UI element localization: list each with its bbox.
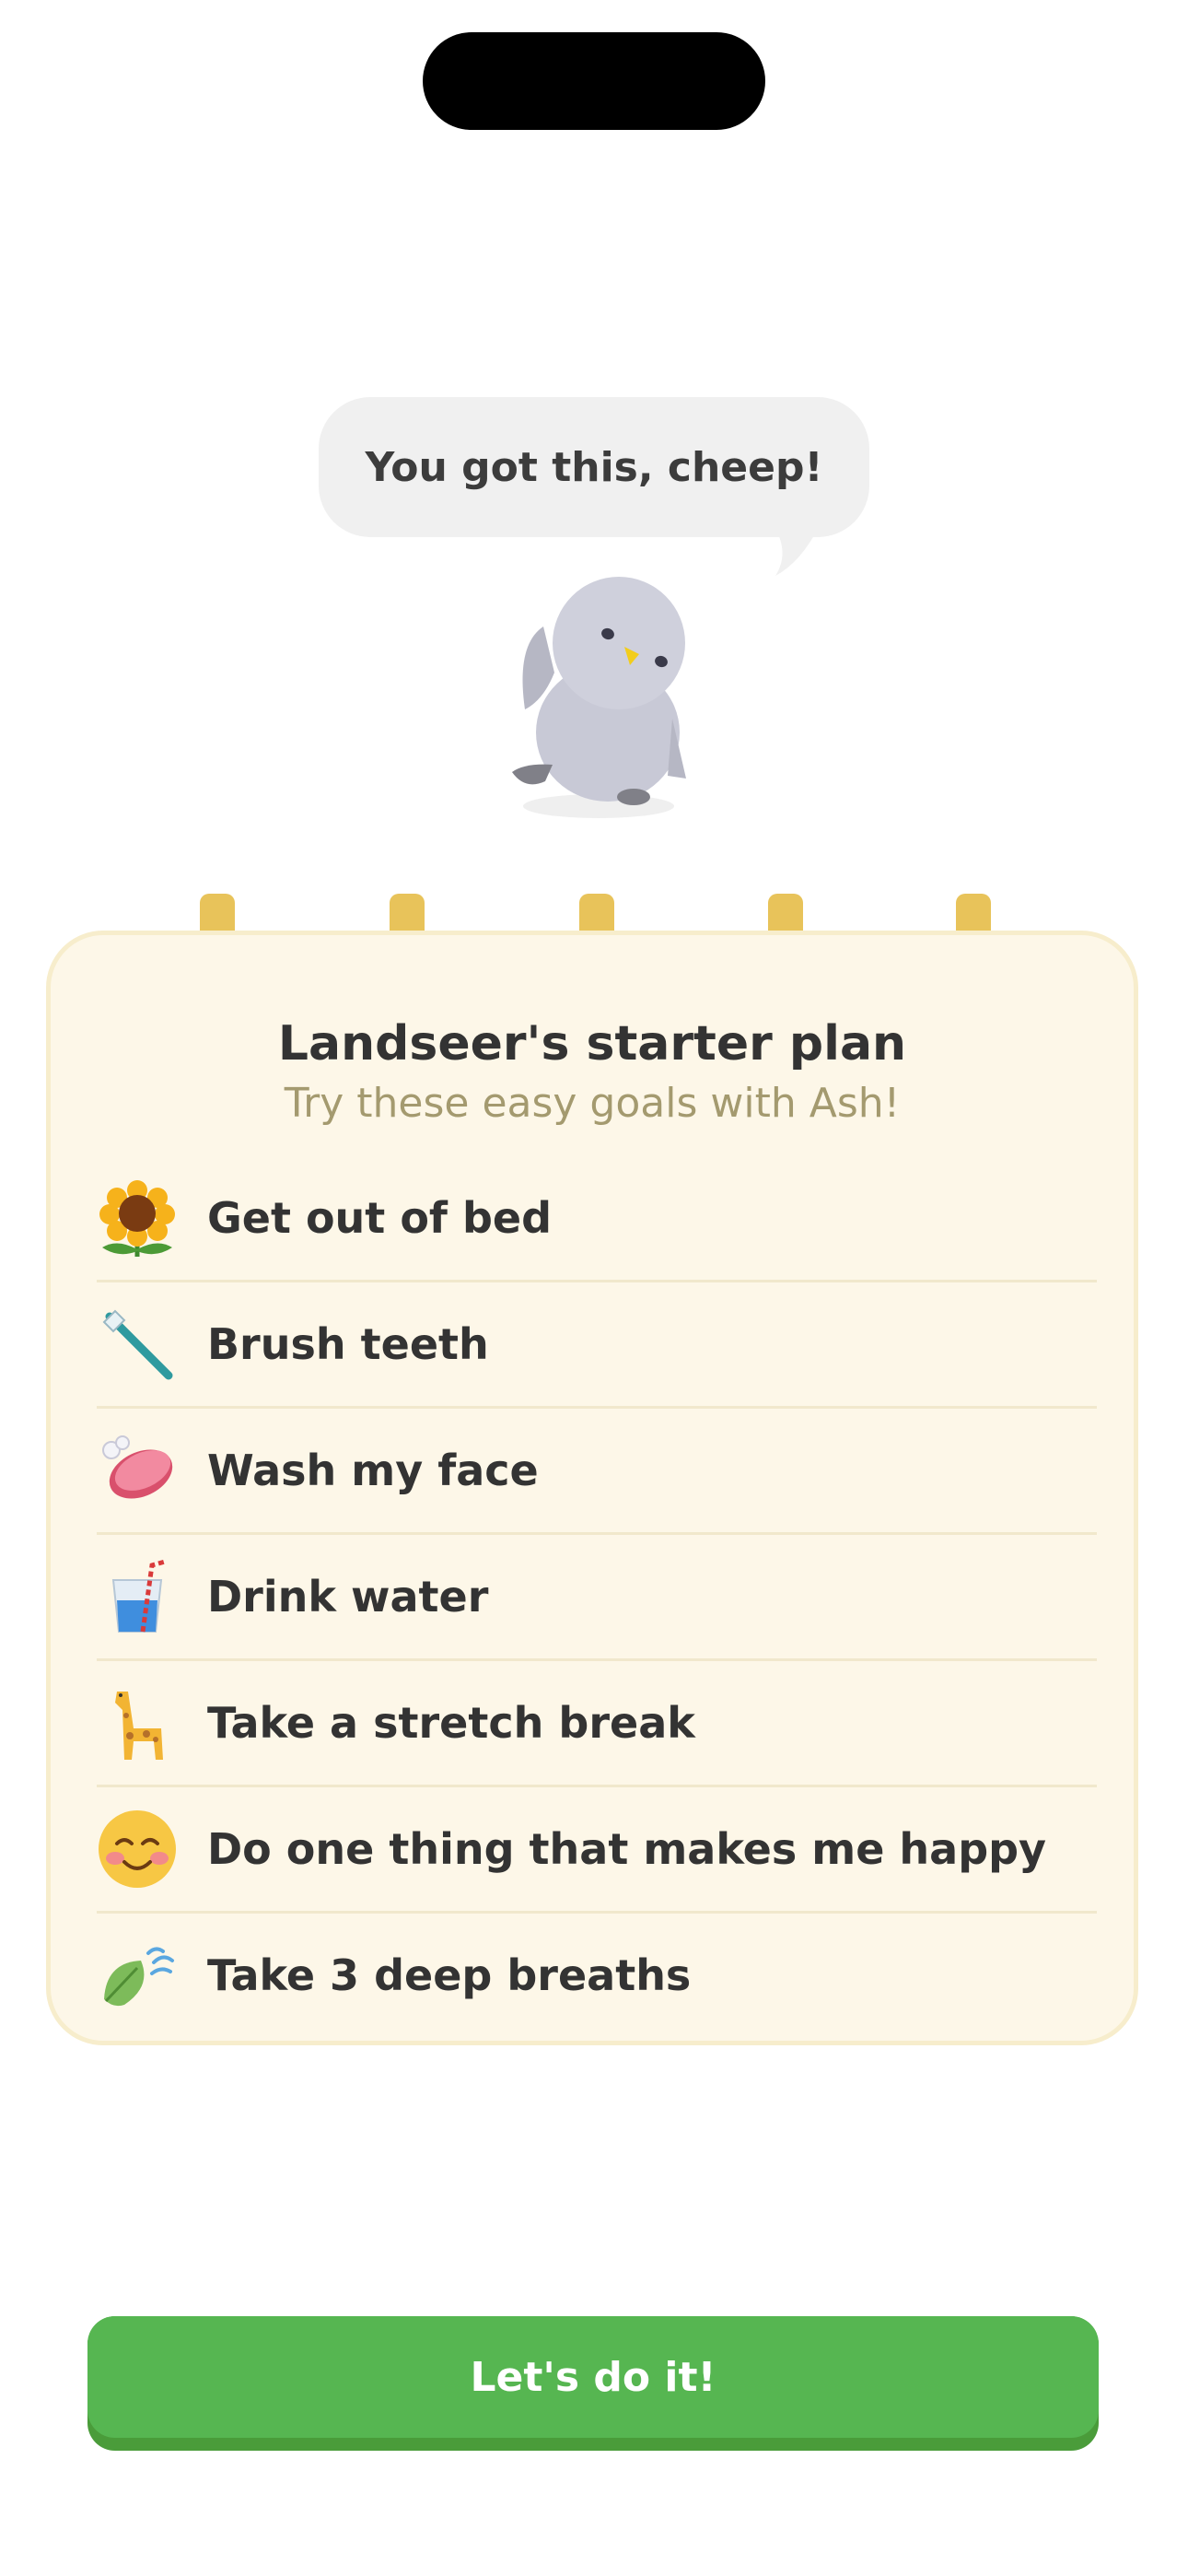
speech-bubble: You got this, cheep! — [319, 397, 869, 537]
sunflower-icon — [97, 1177, 178, 1259]
smiling-face-icon — [97, 1809, 178, 1890]
goal-item-drink-water: Drink water — [97, 1535, 1097, 1661]
goal-label: Do one thing that makes me happy — [207, 1824, 1047, 1874]
lets-do-it-button[interactable]: Let's do it! — [87, 2316, 1099, 2451]
toothbrush-icon — [97, 1304, 178, 1385]
goal-label: Take a stretch break — [207, 1698, 695, 1748]
leaf-wind-icon — [97, 1935, 178, 2016]
soap-icon — [97, 1430, 178, 1511]
goal-item-take-3-deep-breaths: Take 3 deep breaths — [97, 1914, 1097, 2037]
speech-bubble-tail — [774, 525, 820, 576]
giraffe-icon — [97, 1682, 178, 1763]
goal-label: Wash my face — [207, 1446, 539, 1495]
water-glass-icon — [97, 1556, 178, 1637]
goal-item-get-out-of-bed: Get out of bed — [97, 1156, 1097, 1282]
goal-item-brush-teeth: Brush teeth — [97, 1282, 1097, 1409]
goal-label: Drink water — [207, 1572, 489, 1622]
goal-item-do-one-thing-happy: Do one thing that makes me happy — [97, 1787, 1097, 1914]
lets-do-it-button-face[interactable]: Let's do it! — [87, 2316, 1099, 2438]
plan-title: Landseer's starter plan — [277, 1016, 907, 1071]
dynamic-island — [423, 32, 765, 130]
goal-label: Get out of bed — [207, 1193, 552, 1243]
goal-label: Brush teeth — [207, 1319, 489, 1369]
plan-subtitle: Try these easy goals with Ash! — [284, 1080, 901, 1127]
goal-label: Take 3 deep breaths — [207, 1950, 692, 2000]
goal-list: Get out of bed Brush teeth Wash my face … — [97, 1156, 1097, 2037]
speech-bubble-text: You got this, cheep! — [365, 443, 823, 491]
bird-mascot-icon — [512, 577, 686, 818]
goal-item-take-a-stretch-break: Take a stretch break — [97, 1661, 1097, 1787]
lets-do-it-label: Let's do it! — [470, 2353, 716, 2401]
goal-item-wash-my-face: Wash my face — [97, 1409, 1097, 1535]
starter-plan-card: Landseer's starter plan Try these easy g… — [46, 931, 1138, 2045]
